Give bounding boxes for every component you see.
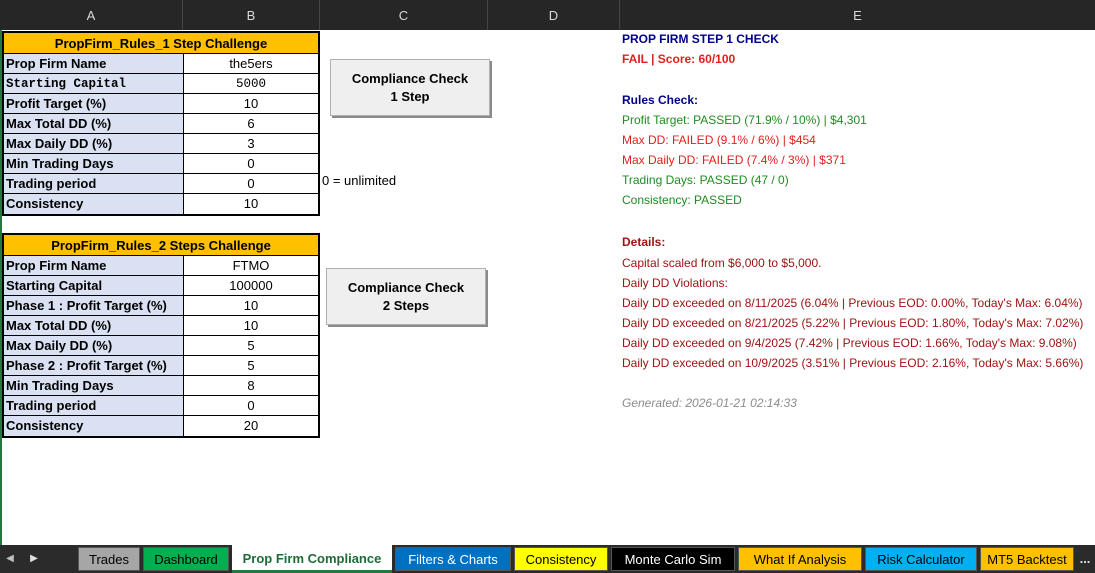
rules-table-2-steps: PropFirm_Rules_2 Steps Challenge Prop Fi…: [2, 233, 320, 438]
table-row[interactable]: Min Trading Days 0: [4, 154, 318, 174]
row-label: Max Daily DD (%): [4, 336, 184, 355]
tab-risk-calculator[interactable]: Risk Calculator: [865, 547, 977, 571]
tab-scroll-left-icon[interactable]: ◀: [0, 545, 20, 573]
more-tabs-icon[interactable]: ...: [1075, 545, 1095, 573]
detail-line: Daily DD exceeded on 8/21/2025 (5.22% | …: [622, 316, 1084, 330]
table-row[interactable]: Prop Firm Name FTMO: [4, 256, 318, 276]
compliance-check-2-steps-button[interactable]: Compliance Check 2 Steps: [326, 268, 486, 325]
row-value[interactable]: FTMO: [184, 256, 318, 275]
row-label: Max Total DD (%): [4, 316, 184, 335]
row-value[interactable]: 5: [184, 356, 318, 375]
row-label: Max Total DD (%): [4, 114, 184, 133]
unlimited-note: 0 = unlimited: [322, 173, 397, 188]
row-value[interactable]: the5ers: [184, 54, 318, 73]
table-row[interactable]: Max Daily DD (%) 3: [4, 134, 318, 154]
column-header-d[interactable]: D: [488, 0, 620, 30]
row-label: Trading period: [4, 174, 184, 193]
table-row[interactable]: Starting Capital 100000: [4, 276, 318, 296]
row-label: Profit Target (%): [4, 94, 184, 113]
column-header-e[interactable]: E: [620, 0, 1095, 30]
row-label: Trading period: [4, 396, 184, 415]
column-header-row: A B C D E: [0, 0, 1095, 30]
row-value[interactable]: 8: [184, 376, 318, 395]
rule-result-consistency: Consistency: PASSED: [622, 193, 742, 207]
row-value[interactable]: 10: [184, 296, 318, 315]
detail-line: Daily DD Violations:: [622, 276, 728, 290]
row-value[interactable]: 5000: [184, 74, 318, 93]
detail-line: Capital scaled from $6,000 to $5,000.: [622, 256, 822, 270]
generated-timestamp: Generated: 2026-01-21 02:14:33: [622, 396, 797, 410]
tab-prop-firm-compliance[interactable]: Prop Firm Compliance: [232, 545, 392, 573]
rules-check-heading: Rules Check:: [622, 93, 699, 107]
tab-trades[interactable]: Trades: [78, 547, 140, 571]
detail-line: Daily DD exceeded on 10/9/2025 (3.51% | …: [622, 356, 1084, 370]
button-line-2: 1 Step: [390, 88, 430, 104]
column-header-c[interactable]: C: [320, 0, 488, 30]
row-label: Starting Capital: [4, 276, 184, 295]
row-label: Min Trading Days: [4, 154, 184, 173]
table-row[interactable]: Phase 1 : Profit Target (%) 10: [4, 296, 318, 316]
rule-result-max-daily-dd: Max Daily DD: FAILED (7.4% / 3%) | $371: [622, 153, 846, 167]
table-row[interactable]: Trading period 0: [4, 396, 318, 416]
row-value[interactable]: 3: [184, 134, 318, 153]
row-label: Max Daily DD (%): [4, 134, 184, 153]
button-line-2: 2 Steps: [382, 297, 430, 313]
tab-mt5-backtest[interactable]: MT5 Backtest: [980, 547, 1074, 571]
table-title: PropFirm_Rules_1 Step Challenge: [4, 33, 318, 54]
rule-result-max-dd: Max DD: FAILED (9.1% / 6%) | $454: [622, 133, 816, 147]
detail-line: Daily DD exceeded on 8/11/2025 (6.04% | …: [622, 296, 1083, 310]
sheet-tab-bar: ◀ ▶ Trades Dashboard Prop Firm Complianc…: [0, 545, 1095, 573]
table-row[interactable]: Max Total DD (%) 6: [4, 114, 318, 134]
row-value[interactable]: 0: [184, 396, 318, 415]
details-heading: Details:: [622, 235, 666, 249]
rules-table-1-step: PropFirm_Rules_1 Step Challenge Prop Fir…: [2, 31, 320, 216]
report-title: PROP FIRM STEP 1 CHECK: [622, 32, 779, 46]
row-label: Prop Firm Name: [4, 256, 184, 275]
row-value[interactable]: 6: [184, 114, 318, 133]
column-header-b[interactable]: B: [183, 0, 320, 30]
tab-filters-charts[interactable]: Filters & Charts: [395, 547, 511, 571]
tab-dashboard[interactable]: Dashboard: [143, 547, 229, 571]
rule-result-trading-days: Trading Days: PASSED (47 / 0): [622, 173, 789, 187]
table-row[interactable]: Max Total DD (%) 10: [4, 316, 318, 336]
row-label: Min Trading Days: [4, 376, 184, 395]
row-value[interactable]: 0: [184, 154, 318, 173]
button-line-1: Compliance Check: [351, 70, 469, 86]
row-label: Phase 2 : Profit Target (%): [4, 356, 184, 375]
row-label: Consistency: [4, 416, 184, 436]
detail-line: Daily DD exceeded on 9/4/2025 (7.42% | P…: [622, 336, 1077, 350]
report-result: FAIL | Score: 60/100: [622, 52, 736, 66]
row-value[interactable]: 20: [184, 416, 318, 436]
table-row[interactable]: Consistency 10: [4, 194, 318, 214]
row-value[interactable]: 5: [184, 336, 318, 355]
tab-consistency[interactable]: Consistency: [514, 547, 608, 571]
table-row[interactable]: Starting Capital 5000: [4, 74, 318, 94]
rule-result-profit-target: Profit Target: PASSED (71.9% / 10%) | $4…: [622, 113, 867, 127]
table-row[interactable]: Phase 2 : Profit Target (%) 5: [4, 356, 318, 376]
row-value[interactable]: 0: [184, 174, 318, 193]
row-value[interactable]: 10: [184, 194, 318, 214]
row-label: Phase 1 : Profit Target (%): [4, 296, 184, 315]
row-value[interactable]: 100000: [184, 276, 318, 295]
tab-what-if-analysis[interactable]: What If Analysis: [738, 547, 862, 571]
table-row[interactable]: Prop Firm Name the5ers: [4, 54, 318, 74]
row-value[interactable]: 10: [184, 94, 318, 113]
column-header-a[interactable]: A: [0, 0, 183, 30]
table-row[interactable]: Profit Target (%) 10: [4, 94, 318, 114]
table-row[interactable]: Trading period 0: [4, 174, 318, 194]
button-line-1: Compliance Check: [347, 279, 465, 295]
tab-monte-carlo-sim[interactable]: Monte Carlo Sim: [611, 547, 735, 571]
table-row[interactable]: Min Trading Days 8: [4, 376, 318, 396]
row-label: Starting Capital: [4, 74, 184, 93]
row-value[interactable]: 10: [184, 316, 318, 335]
table-row[interactable]: Consistency 20: [4, 416, 318, 436]
row-label: Prop Firm Name: [4, 54, 184, 73]
tab-scroll-right-icon[interactable]: ▶: [24, 545, 44, 573]
compliance-check-1-step-button[interactable]: Compliance Check 1 Step: [330, 59, 490, 116]
table-title: PropFirm_Rules_2 Steps Challenge: [4, 235, 318, 256]
table-row[interactable]: Max Daily DD (%) 5: [4, 336, 318, 356]
row-label: Consistency: [4, 194, 184, 214]
